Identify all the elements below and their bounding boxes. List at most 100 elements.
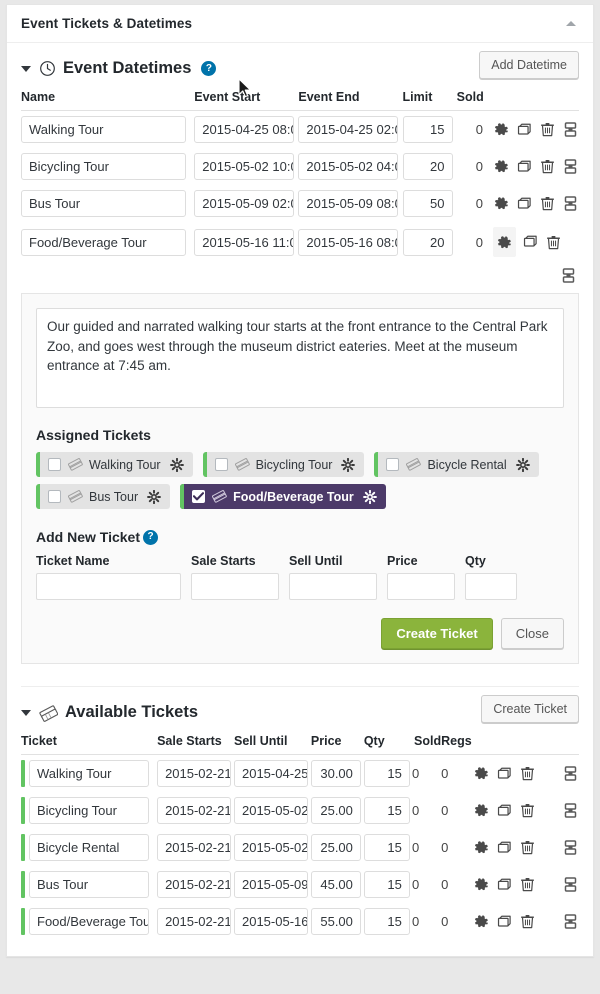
ticket-qty-input[interactable]: 15 [363,871,410,898]
gear-icon[interactable] [493,120,510,139]
chip-gear-icon[interactable] [341,457,356,472]
drag-handle-icon[interactable] [562,912,579,931]
datetime-start-input[interactable]: 2015-05-09 02:0 [194,190,295,217]
add-ticket-qty-input[interactable] [465,573,517,600]
assigned-ticket-chip[interactable]: Bicycling Tour [202,452,365,477]
datetime-name-input[interactable]: Food/Beverage Tour [21,228,186,256]
duplicate-icon[interactable] [516,194,533,213]
chip-gear-icon[interactable] [362,489,377,504]
ticket-sell-until-input[interactable]: 2015-04-25 [233,760,308,787]
ticket-sale-starts-input[interactable]: 2015-02-21 [157,797,232,824]
ticket-name-input[interactable]: Food/Beverage Tou [29,908,149,935]
add-ticket-price-input[interactable] [387,573,455,600]
drag-handle-icon[interactable] [562,801,579,820]
datetime-start-input[interactable]: 2015-05-16 11:0 [194,228,295,256]
duplicate-icon[interactable] [516,120,533,139]
duplicate-icon[interactable] [496,838,513,857]
ticket-sell-until-input[interactable]: 2015-05-09 [233,871,308,898]
chip-checkbox[interactable] [386,458,400,471]
drag-handle-icon[interactable] [562,194,579,213]
datetime-limit-input[interactable]: 20 [402,228,453,256]
datetime-name-input[interactable]: Walking Tour [21,116,186,143]
ticket-sale-starts-input[interactable]: 2015-02-21 [157,871,232,898]
drag-handle-icon[interactable] [562,120,579,139]
add-datetime-button[interactable]: Add Datetime [479,51,579,79]
ticket-sale-starts-input[interactable]: 2015-02-21 [157,834,232,861]
chip-checkbox[interactable] [48,458,61,471]
datetime-end-input[interactable]: 2015-05-09 08:0 [298,190,399,217]
datetime-description-textarea[interactable]: Our guided and narrated walking tour sta… [36,308,564,408]
assigned-ticket-chip[interactable]: Food/Beverage Tour [180,484,386,509]
drag-handle-icon[interactable] [560,266,577,285]
create-ticket-button[interactable]: Create Ticket [381,618,493,649]
gear-icon[interactable] [493,157,510,176]
datetime-limit-input[interactable]: 20 [402,153,453,180]
duplicate-icon[interactable] [496,764,513,783]
drag-handle-icon[interactable] [562,764,579,783]
chip-checkbox[interactable] [48,490,61,503]
assigned-ticket-chip[interactable]: Walking Tour [36,452,193,477]
datetime-end-input[interactable]: 2015-05-16 08:0 [298,228,399,256]
ticket-sell-until-input[interactable]: 2015-05-02 [233,834,308,861]
chip-gear-icon[interactable] [147,489,162,504]
gear-icon[interactable] [473,801,490,820]
gear-icon[interactable] [473,764,490,783]
gear-icon[interactable] [493,227,516,257]
datetime-limit-input[interactable]: 50 [402,190,453,217]
ticket-sell-until-input[interactable]: 2015-05-02 [233,797,308,824]
ticket-qty-input[interactable]: 15 [363,797,410,824]
ticket-qty-input[interactable]: 15 [363,760,410,787]
trash-icon[interactable] [519,801,536,820]
gear-icon[interactable] [473,875,490,894]
datetime-start-input[interactable]: 2015-04-25 08:0 [194,116,295,143]
panel-collapse-toggle[interactable] [561,14,581,34]
ticket-qty-input[interactable]: 15 [363,908,410,935]
drag-handle-icon[interactable] [562,875,579,894]
close-editor-button[interactable]: Close [500,618,564,649]
trash-icon[interactable] [519,912,536,931]
trash-icon[interactable] [545,233,562,252]
trash-icon[interactable] [539,194,556,213]
trash-icon[interactable] [539,120,556,139]
datetime-end-input[interactable]: 2015-05-02 04:0 [298,153,399,180]
ticket-name-input[interactable]: Walking Tour [29,760,149,787]
ticket-price-input[interactable]: 45.00 [310,871,361,898]
help-icon-add-ticket[interactable]: ? [143,529,158,545]
trash-icon[interactable] [539,157,556,176]
duplicate-icon[interactable] [522,233,539,252]
chip-gear-icon[interactable] [169,457,184,472]
trash-icon[interactable] [519,764,536,783]
chip-checkbox[interactable] [192,490,206,503]
ticket-name-input[interactable]: Bus Tour [29,871,149,898]
drag-handle-icon[interactable] [562,838,579,857]
create-ticket-section-button[interactable]: Create Ticket [481,695,579,723]
help-icon-datetimes[interactable]: ? [201,61,217,76]
chip-gear-icon[interactable] [515,457,530,472]
ticket-sale-starts-input[interactable]: 2015-02-21 [157,908,232,935]
ticket-name-input[interactable]: Bicycle Rental [29,834,149,861]
duplicate-icon[interactable] [496,801,513,820]
datetime-name-input[interactable]: Bus Tour [21,190,186,217]
ticket-price-input[interactable]: 30.00 [310,760,361,787]
ticket-sell-until-input[interactable]: 2015-05-16 [233,908,308,935]
add-ticket-sell-until-input[interactable] [289,573,377,600]
assigned-ticket-chip[interactable]: Bicycle Rental [374,452,539,477]
datetime-start-input[interactable]: 2015-05-02 10:0 [194,153,295,180]
section-toggle-tickets-icon[interactable] [21,709,31,716]
gear-icon[interactable] [473,838,490,857]
ticket-price-input[interactable]: 25.00 [310,797,361,824]
gear-icon[interactable] [493,194,510,213]
add-ticket-sale-starts-input[interactable] [191,573,279,600]
drag-handle-icon[interactable] [562,157,579,176]
trash-icon[interactable] [519,838,536,857]
ticket-price-input[interactable]: 55.00 [310,908,361,935]
duplicate-icon[interactable] [496,912,513,931]
datetime-name-input[interactable]: Bicycling Tour [21,153,186,180]
add-ticket-ticket-name-input[interactable] [36,573,181,600]
section-toggle-datetimes-icon[interactable] [21,65,31,72]
assigned-ticket-chip[interactable]: Bus Tour [36,484,171,509]
duplicate-icon[interactable] [516,157,533,176]
gear-icon[interactable] [473,912,490,931]
duplicate-icon[interactable] [496,875,513,894]
ticket-qty-input[interactable]: 15 [363,834,410,861]
